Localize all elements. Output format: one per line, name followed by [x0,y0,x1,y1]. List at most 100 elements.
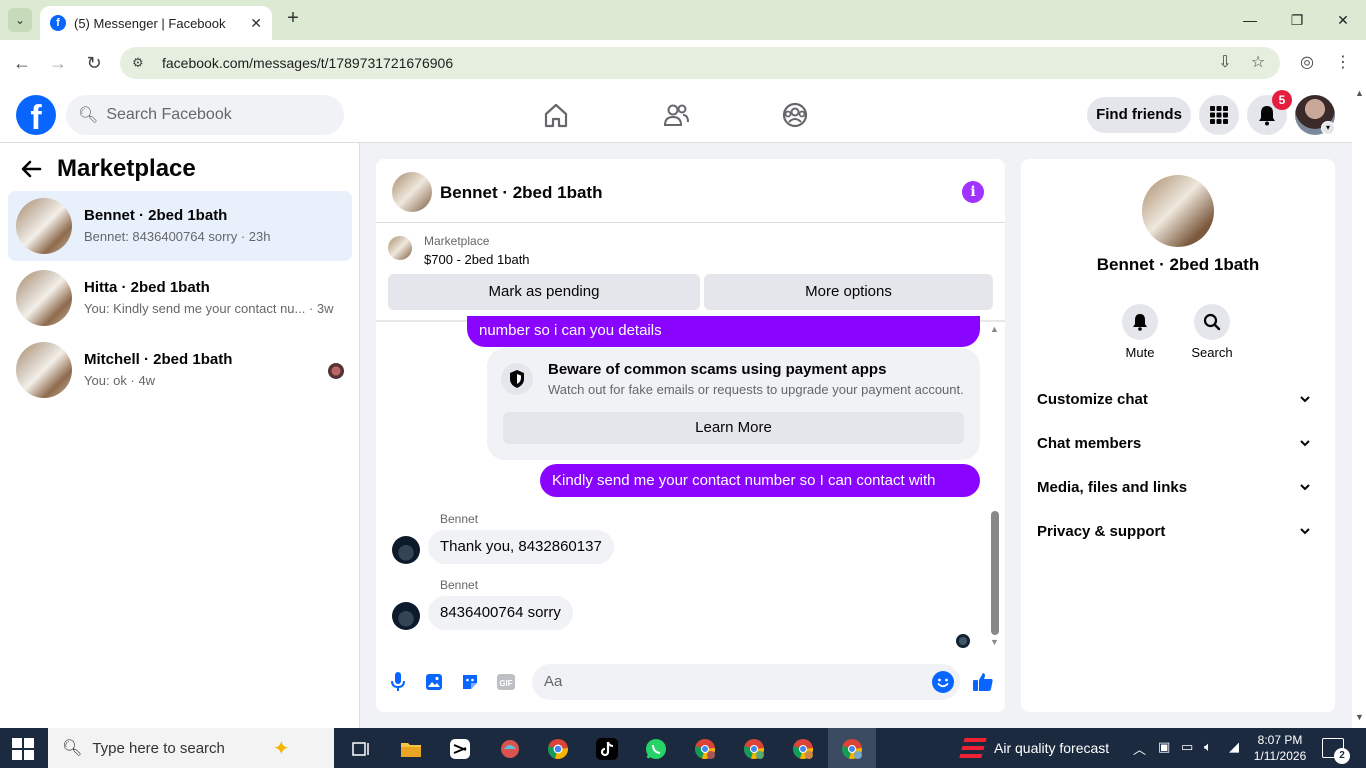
outgoing-message[interactable]: number so i can you details [467,316,980,347]
restore-icon[interactable]: ❐ [1283,8,1311,32]
section-label: Privacy & support [1037,523,1166,540]
wifi-icon[interactable]: ◢ [1229,739,1239,755]
home-icon[interactable] [536,100,576,130]
whatsapp-icon[interactable] [641,734,671,764]
media-files-links-section[interactable]: Media, files and links [1037,470,1321,506]
profile-icon[interactable]: ◎ [1296,52,1318,74]
browser-menu-icon[interactable]: ⋮ [1332,52,1354,74]
battery-icon[interactable]: ▭ [1181,739,1193,755]
browser-tab-active[interactable]: f (5) Messenger | Facebook ✕ [40,6,272,40]
find-friends-button[interactable]: Find friends [1087,97,1191,133]
scrollbar-thumb[interactable] [991,511,999,635]
volume-icon[interactable]: 🔈︎ [1204,739,1212,755]
section-label: Chat members [1037,435,1142,452]
facebook-logo-icon[interactable]: f [16,95,56,135]
scam-warning-title: Beware of common scams using payment app… [548,361,887,378]
thumbs-up-icon[interactable] [971,670,995,694]
chrome-profile-icon[interactable] [690,734,720,764]
install-app-icon[interactable]: ⇩ [1214,52,1236,74]
chat-members-section[interactable]: Chat members [1037,426,1321,462]
close-tab-icon[interactable]: ✕ [250,15,262,32]
page-scrollbar[interactable]: ▲ ▼ [1352,86,1366,728]
scroll-up-icon[interactable]: ▲ [1355,88,1364,98]
bookmark-star-icon[interactable]: ☆ [1247,52,1269,74]
air-quality-icon [959,738,987,758]
search-icon: 🔍︎ [62,740,83,757]
sticker-icon[interactable] [458,670,482,694]
back-arrow-icon[interactable] [20,158,44,186]
chrome-profile-active-icon[interactable] [837,734,867,764]
customize-chat-section[interactable]: Customize chat [1037,382,1321,418]
conversation-item[interactable]: Hitta · 2bed 1bath You: Kindly send me y… [8,263,352,333]
emoji-icon[interactable] [932,671,954,693]
incoming-message[interactable]: 8436400764 sorry [428,596,573,630]
chevron-down-icon [1299,382,1311,432]
chevron-down-icon[interactable]: ▾ [1321,121,1335,135]
chrome-icon[interactable] [543,734,573,764]
listing-thumbnail [16,270,72,326]
chat-avatar[interactable] [392,172,432,212]
scroll-down-icon[interactable]: ▼ [1355,712,1364,722]
conversation-item[interactable]: Bennet · 2bed 1bath Bennet: 8436400764 s… [8,191,352,261]
back-icon[interactable]: ← [10,51,34,75]
gif-icon[interactable]: GIF [494,670,518,694]
privacy-support-section[interactable]: Privacy & support [1037,514,1321,550]
menu-grid-icon[interactable] [1199,95,1239,135]
tiktok-icon[interactable] [592,734,622,764]
task-view-icon[interactable] [346,734,376,764]
listing-thumbnail [16,198,72,254]
file-explorer-icon[interactable] [396,734,426,764]
notification-badge: 5 [1272,90,1292,110]
section-label: Customize chat [1037,391,1148,408]
sender-avatar[interactable] [392,536,420,564]
minimize-icon[interactable]: — [1236,8,1264,32]
new-tab-icon[interactable]: + [282,8,304,30]
incoming-message[interactable]: Thank you, 8432860137 [428,530,614,564]
profile-avatar[interactable] [1142,175,1214,247]
chat-title[interactable]: Bennet · 2bed 1bath [440,183,602,203]
photo-icon[interactable] [422,670,446,694]
chrome-profile-icon[interactable] [739,734,769,764]
learn-more-button[interactable]: Learn More [503,412,964,444]
search-icon[interactable] [1194,304,1230,340]
capcut-icon[interactable] [445,734,475,764]
reload-icon[interactable]: ↻ [82,51,106,75]
chevron-down-icon [1299,514,1311,564]
info-icon[interactable]: i [962,181,984,203]
clock-time: 8:07 PM [1257,733,1303,747]
groups-icon[interactable] [775,100,815,130]
weather-widget[interactable]: Air quality forecast [959,738,1109,758]
listing-title[interactable]: $700 - 2bed 1bath [424,252,530,267]
address-bar[interactable]: ⚙ facebook.com/messages/t/17897317216769… [120,47,1280,79]
site-settings-icon[interactable]: ⚙ [132,55,150,71]
mark-as-pending-button[interactable]: Mark as pending [388,274,700,310]
app-icon[interactable] [495,734,525,764]
windows-start-icon[interactable] [12,738,34,760]
tab-search-icon[interactable]: ⌄ [8,8,32,32]
listing-thumbnail[interactable] [388,236,412,260]
tray-chevron-up-icon[interactable]: ︿ [1133,739,1146,758]
bell-icon[interactable] [1122,304,1158,340]
meet-now-icon[interactable]: ▣ [1158,739,1170,755]
shield-icon [501,363,533,395]
more-options-button[interactable]: More options [704,274,993,310]
scroll-down-icon[interactable]: ▼ [990,637,999,647]
taskbar-search-input[interactable]: 🔍︎ Type here to search ✦ [48,728,334,768]
forward-icon[interactable]: → [46,51,70,75]
friends-icon[interactable] [656,100,696,130]
scroll-up-icon[interactable]: ▲ [990,324,999,334]
facebook-search-input[interactable]: 🔍︎ Search Facebook [66,95,344,135]
conversation-name: Bennet · 2bed 1bath [84,207,228,224]
section-label: Media, files and links [1037,479,1188,496]
listing-kicker: Marketplace [424,234,490,248]
marketplace-title: Marketplace [57,155,196,182]
chrome-profile-icon[interactable] [788,734,818,764]
sender-name: Bennet [440,578,479,592]
taskbar-clock[interactable]: 8:07 PM 1/11/2026 [1250,732,1310,764]
conversation-item[interactable]: Mitchell · 2bed 1bath You: ok · 4w [8,335,352,405]
sender-avatar[interactable] [392,602,420,630]
message-input[interactable] [532,664,960,700]
microphone-icon[interactable] [386,670,410,694]
outgoing-message[interactable]: Kindly send me your contact number so I … [540,464,980,522]
close-window-icon[interactable]: ✕ [1329,8,1357,32]
